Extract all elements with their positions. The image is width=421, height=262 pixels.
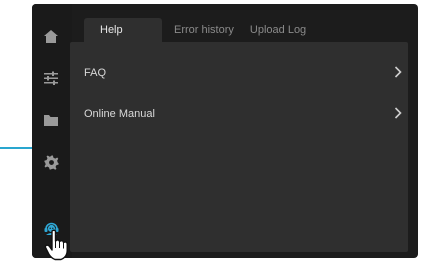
- tab-help-label: Help: [100, 24, 123, 36]
- sidebar-item-files[interactable]: [36, 104, 66, 136]
- tab-upload-log[interactable]: Upload Log: [246, 18, 318, 42]
- menu-item-online-manual-label: Online Manual: [84, 108, 155, 120]
- tab-bar: Help Error history Upload Log: [84, 18, 318, 42]
- hand-pointer-icon: [44, 229, 68, 261]
- help-panel: FAQ Online Manual: [70, 42, 408, 252]
- sidebar-item-settings[interactable]: [36, 146, 66, 178]
- chevron-right-icon: [394, 107, 402, 119]
- menu-item-faq[interactable]: FAQ: [70, 61, 408, 85]
- tab-error-history-label: Error history: [174, 24, 234, 36]
- folder-icon: [44, 114, 58, 126]
- sliders-icon: [44, 71, 58, 85]
- sidebar-item-home[interactable]: [36, 20, 66, 52]
- sidebar: [32, 4, 72, 258]
- menu-item-faq-label: FAQ: [84, 67, 107, 79]
- tab-help[interactable]: Help: [84, 18, 162, 42]
- home-icon: [44, 29, 58, 43]
- tab-upload-log-label: Upload Log: [249, 24, 307, 36]
- tab-error-history[interactable]: Error history: [162, 18, 246, 42]
- gear-icon: [43, 154, 59, 170]
- sidebar-item-settings-adjust[interactable]: [36, 62, 66, 94]
- chevron-right-icon: [394, 66, 402, 78]
- menu-item-online-manual[interactable]: Online Manual: [70, 102, 408, 126]
- device-screen: Help Error history Upload Log FAQ Online…: [32, 4, 418, 258]
